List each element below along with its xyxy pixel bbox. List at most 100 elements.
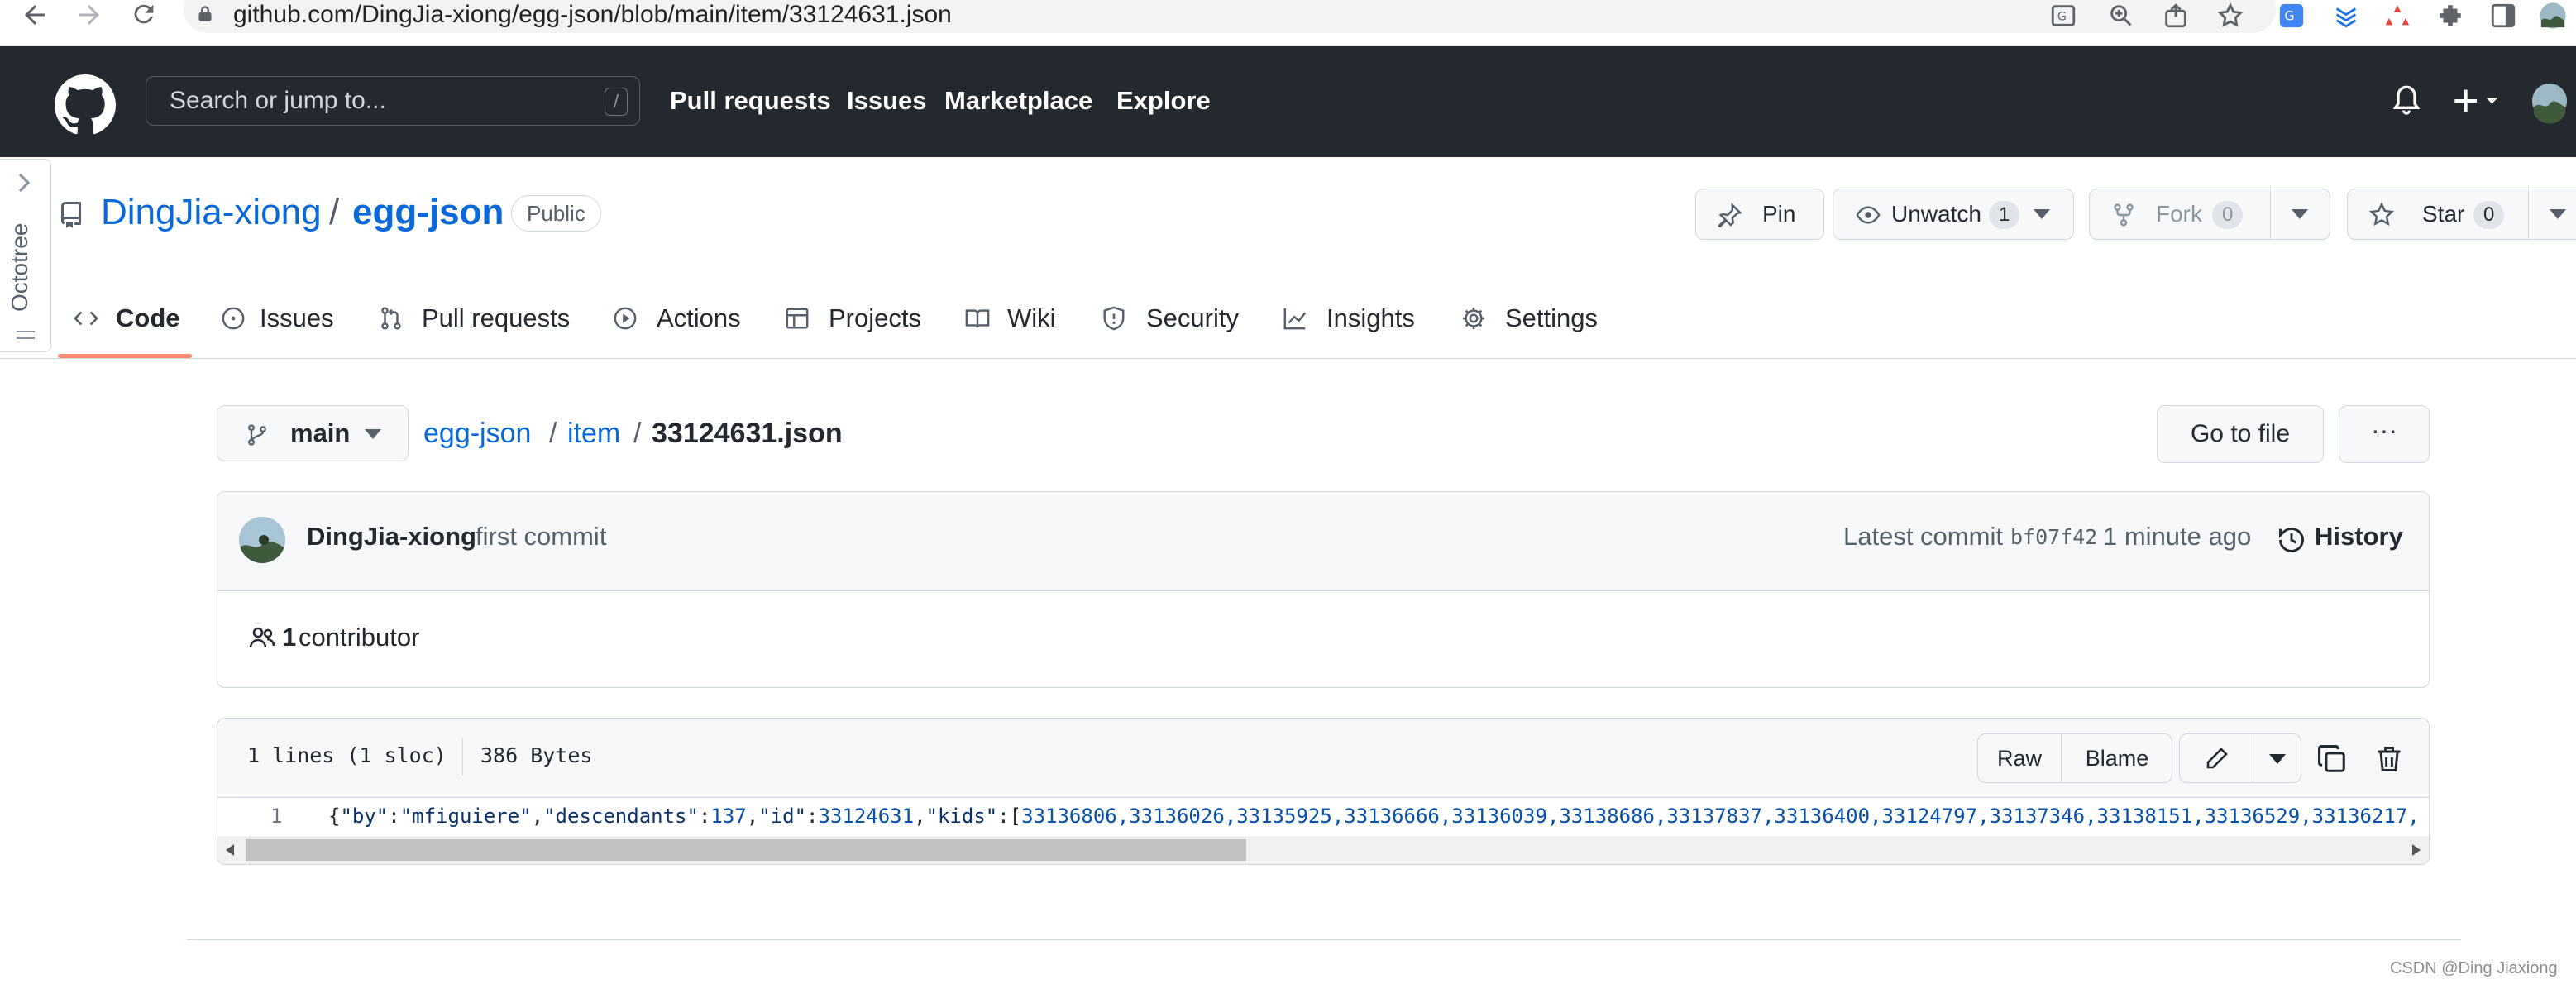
user-avatar[interactable]: [2531, 76, 2569, 126]
tab-security[interactable]: Security: [1100, 289, 1240, 359]
blame-button[interactable]: Blame: [2062, 734, 2172, 782]
back-icon[interactable]: [20, 0, 50, 30]
edit-group: [2179, 733, 2301, 783]
breadcrumb-repo-link[interactable]: egg-json: [423, 413, 531, 453]
shield-icon: [1103, 306, 1125, 331]
create-new-plus-icon[interactable]: [2449, 76, 2504, 126]
code-token: ,: [914, 805, 926, 828]
tab-wiki[interactable]: Wiki: [963, 289, 1062, 359]
commit-header: DingJia-xiong first commit Latest commit…: [217, 492, 2429, 591]
browser-toolbar: github.com/DingJia-xiong/egg-json/blob/m…: [0, 0, 2576, 46]
repo-owner-link[interactable]: DingJia-xiong: [101, 192, 322, 233]
active-tab-indicator: [58, 354, 192, 358]
visibility-badge: Public: [511, 195, 601, 232]
tab-settings[interactable]: Settings: [1459, 289, 1599, 359]
fork-label: Fork: [2156, 201, 2202, 227]
code-token: "mfiguiere": [399, 805, 532, 828]
book-icon: [965, 309, 990, 328]
share-icon[interactable]: [2162, 2, 2190, 30]
sidebar-icon[interactable]: [2489, 2, 2517, 30]
bookmark-star-icon[interactable]: [2216, 2, 2244, 30]
code-token: "by": [340, 805, 389, 828]
nav-explore[interactable]: Explore: [1116, 76, 1211, 126]
people-icon: [249, 627, 275, 648]
tab-label: Settings: [1505, 303, 1599, 332]
repo-name-link[interactable]: egg-json: [352, 192, 504, 233]
tab-insights[interactable]: Insights: [1280, 289, 1421, 359]
author-avatar[interactable]: [239, 517, 285, 563]
pin-button[interactable]: Pin: [1695, 189, 1824, 240]
lock-icon: [198, 6, 212, 21]
commit-sha-link[interactable]: bf07f42: [2010, 525, 2097, 549]
history-icon[interactable]: [2277, 525, 2306, 555]
search-input[interactable]: Search or jump to... /: [146, 76, 640, 126]
tab-label: Projects: [829, 303, 921, 332]
repo-separator: /: [329, 192, 340, 232]
button-divider: [2270, 189, 2271, 239]
extension-icon[interactable]: G: [2277, 2, 2306, 30]
more-options-button[interactable]: ···: [2339, 405, 2430, 463]
breadcrumb-dir-link[interactable]: item: [567, 413, 620, 453]
horizontal-scrollbar[interactable]: [217, 836, 2429, 864]
line-number[interactable]: 1: [270, 805, 282, 828]
url-text[interactable]: github.com/DingJia-xiong/egg-json/blob/m…: [233, 0, 952, 30]
caret-down-icon[interactable]: [2292, 209, 2308, 221]
fork-icon: [2114, 203, 2134, 227]
github-logo-icon[interactable]: [55, 74, 116, 136]
code-token: :[: [997, 805, 1022, 828]
svg-text:G: G: [2285, 9, 2295, 24]
translate-icon[interactable]: G: [2049, 2, 2077, 30]
code-token: :: [806, 805, 819, 828]
star-icon: [2369, 203, 2394, 227]
tab-label: Issues: [260, 303, 334, 332]
search-placeholder: Search or jump to...: [170, 87, 386, 114]
commit-author-link[interactable]: DingJia-xiong: [307, 522, 476, 552]
unwatch-button[interactable]: Unwatch 1: [1833, 189, 2074, 240]
breadcrumb-separator: /: [633, 418, 642, 449]
puzzle-icon[interactable]: [2436, 2, 2464, 30]
gear-icon: [1462, 307, 1485, 330]
scroll-right-arrow-icon[interactable]: [2411, 844, 2421, 856]
star-count: 0: [2473, 201, 2505, 229]
tab-pull-requests[interactable]: Pull requests: [377, 289, 576, 359]
reload-icon[interactable]: [129, 0, 159, 30]
scrollbar-thumb[interactable]: [246, 839, 1246, 861]
branch-selector[interactable]: main: [217, 405, 409, 461]
trash-icon[interactable]: [2374, 743, 2404, 775]
tab-actions[interactable]: Actions: [610, 289, 751, 359]
tab-projects[interactable]: Projects: [782, 289, 931, 359]
issue-icon: [222, 307, 245, 330]
history-link[interactable]: History: [2315, 522, 2403, 552]
code-token: 137: [710, 805, 747, 828]
scroll-left-arrow-icon[interactable]: [226, 844, 236, 856]
caret-down-icon[interactable]: [2269, 754, 2286, 766]
caret-down-icon[interactable]: [2550, 209, 2566, 221]
nav-issues[interactable]: Issues: [847, 76, 927, 126]
forward-icon[interactable]: [74, 0, 104, 30]
code-token: 33136806,33136026,33135925,33136666,3313…: [1021, 805, 2420, 828]
star-button[interactable]: Star 0: [2347, 189, 2576, 240]
commit-message-link[interactable]: first commit: [476, 522, 606, 552]
pencil-icon[interactable]: [2203, 746, 2230, 772]
code-icon: [74, 311, 98, 326]
chevron-right-icon: [18, 173, 31, 193]
tab-label: Actions: [657, 303, 741, 332]
fork-button[interactable]: Fork 0: [2089, 189, 2330, 240]
zoom-icon[interactable]: [2107, 2, 2135, 30]
tab-issues[interactable]: Issues: [218, 289, 342, 359]
copy-icon[interactable]: [2316, 743, 2348, 775]
profile-avatar[interactable]: [2539, 2, 2567, 30]
go-to-file-button[interactable]: Go to file: [2157, 405, 2324, 463]
tab-label: Code: [116, 303, 180, 332]
contributor-label: contributor: [299, 623, 420, 652]
commit-time: 1 minute ago: [2103, 522, 2252, 551]
code-token: "descendants": [543, 805, 699, 828]
nav-pull-requests[interactable]: Pull requests: [670, 76, 831, 126]
notifications-bell-icon[interactable]: [2390, 76, 2423, 126]
nav-marketplace[interactable]: Marketplace: [944, 76, 1092, 126]
extension-icon[interactable]: [2383, 2, 2411, 30]
extension-icon[interactable]: [2332, 2, 2360, 30]
file-line-count: 1 lines (1 sloc): [247, 743, 447, 767]
svg-text:G: G: [2057, 11, 2067, 24]
raw-button[interactable]: Raw: [1978, 734, 2061, 782]
